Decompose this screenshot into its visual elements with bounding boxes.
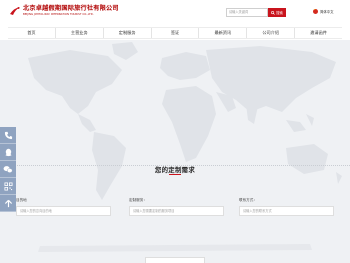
arrow-up-icon (4, 199, 12, 207)
main-navigation: 首页 主营业务 定制服务 签证 最新资讯 公司介绍 邀请函件 (8, 27, 342, 39)
qq-icon (4, 148, 12, 156)
side-qq-button[interactable] (0, 144, 16, 161)
side-back-to-top-button[interactable] (0, 195, 16, 212)
china-flag-icon (313, 9, 318, 14)
nav-item-about[interactable]: 公司介绍 (247, 28, 296, 38)
custom-request-section: 您的定制需求 目的地 请输入您的意向目的地 定制服务： 请输入您需要定制的服务项… (0, 40, 350, 263)
section-title: 您的定制需求 (154, 166, 196, 174)
search-input[interactable]: 请输入关键词 (226, 8, 268, 17)
logo-english-name: BEIJING JOYHOLIDAY INTERNATION TOURIST C… (23, 13, 94, 16)
company-logo[interactable]: 北京卓越假期国际旅行社有限公司 BEIJING JOYHOLIDAY INTER… (9, 5, 119, 17)
submit-button-partial[interactable] (145, 257, 205, 263)
phone-icon (4, 131, 12, 139)
custom-service-label: 定制服务： (129, 198, 147, 202)
search-icon (271, 10, 275, 15)
side-phone-button[interactable] (0, 127, 16, 144)
contact-label: 联系方式： (239, 198, 257, 202)
logo-chinese-name: 北京卓越假期国际旅行社有限公司 (23, 5, 119, 12)
logo-swoosh-icon (9, 5, 21, 17)
search-button-label: 搜索 (276, 11, 283, 15)
nav-item-visa[interactable]: 签证 (152, 28, 200, 38)
destination-input[interactable]: 请输入您的意向目的地 (16, 206, 111, 216)
title-accent-bar (169, 174, 181, 175)
custom-service-input[interactable]: 请输入您需要定制的服务项目 (129, 206, 224, 216)
nav-item-invitation[interactable]: 邀请函件 (295, 28, 342, 38)
language-switcher[interactable]: 简体中文 (313, 9, 334, 14)
side-qrcode-button[interactable] (0, 178, 16, 195)
nav-item-home[interactable]: 首页 (8, 28, 56, 38)
world-map-background (28, 42, 342, 252)
nav-item-custom-service[interactable]: 定制服务 (104, 28, 152, 38)
site-header: 北京卓越假期国际旅行社有限公司 BEIJING JOYHOLIDAY INTER… (0, 0, 350, 27)
destination-label: 目的地 (16, 198, 27, 202)
nav-item-business[interactable]: 主营业务 (56, 28, 104, 38)
language-label: 简体中文 (320, 10, 334, 14)
nav-item-news[interactable]: 最新资讯 (199, 28, 248, 38)
contact-input[interactable]: 请输入您的联系方式 (239, 206, 334, 216)
search-button[interactable]: 搜索 (268, 8, 286, 17)
qrcode-icon (3, 181, 13, 191)
